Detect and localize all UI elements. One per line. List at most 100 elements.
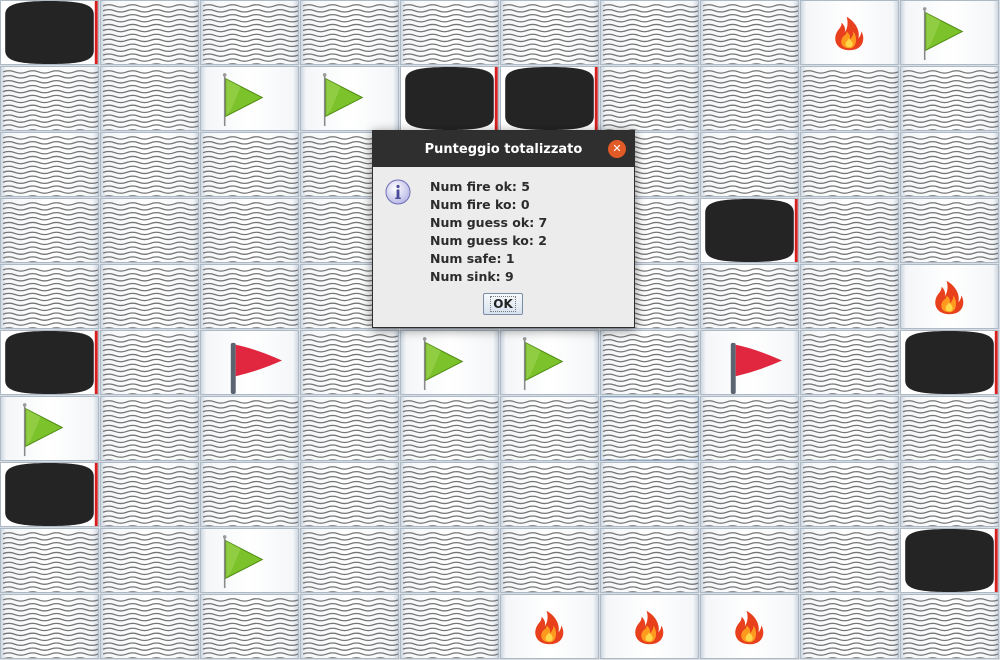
sunk-ship-cell-r0-c0[interactable] — [0, 0, 99, 65]
green-flag-cell-r6-c0[interactable] — [0, 396, 99, 461]
water-cell-r3-c2[interactable] — [200, 198, 299, 263]
water-cell-r5-c1[interactable] — [100, 330, 199, 395]
water-cell-r1-c1[interactable] — [100, 66, 199, 131]
water-cell-r9-c9[interactable] — [900, 594, 999, 659]
water-cell-r2-c8[interactable] — [800, 132, 899, 197]
water-cell-r5-c3[interactable] — [300, 330, 399, 395]
water-cell-r7-c5[interactable] — [500, 462, 599, 527]
water-cell-r5-c6[interactable] — [600, 330, 699, 395]
fire-cell-r0-c8[interactable] — [800, 0, 899, 65]
water-cell-r1-c6[interactable] — [600, 66, 699, 131]
water-cell-r9-c8[interactable] — [800, 594, 899, 659]
water-cell-r6-c9[interactable] — [900, 396, 999, 461]
water-cell-r0-c5[interactable] — [500, 0, 599, 65]
water-cell-r1-c7[interactable] — [700, 66, 799, 131]
water-cell-r6-c8[interactable] — [800, 396, 899, 461]
water-cell-r8-c6[interactable] — [600, 528, 699, 593]
dialog-titlebar[interactable]: Punteggio totalizzato ✕ — [373, 131, 634, 167]
ok-button[interactable]: OK — [483, 293, 523, 315]
water-cell-r4-c7[interactable] — [700, 264, 799, 329]
water-cell-r7-c3[interactable] — [300, 462, 399, 527]
water-waves — [502, 400, 598, 460]
water-waves — [602, 466, 698, 526]
water-cell-r8-c5[interactable] — [500, 528, 599, 593]
water-cell-r4-c2[interactable] — [200, 264, 299, 329]
water-cell-r9-c0[interactable] — [0, 594, 99, 659]
water-cell-r7-c8[interactable] — [800, 462, 899, 527]
water-cell-r2-c1[interactable] — [100, 132, 199, 197]
water-waves — [402, 4, 498, 64]
sunk-ship-cell-r8-c9[interactable] — [900, 528, 999, 593]
water-cell-r7-c6[interactable] — [600, 462, 699, 527]
water-cell-r1-c0[interactable] — [0, 66, 99, 131]
water-cell-r2-c7[interactable] — [700, 132, 799, 197]
water-cell-r0-c2[interactable] — [200, 0, 299, 65]
green-flag-cell-r8-c2[interactable] — [200, 528, 299, 593]
water-cell-r2-c2[interactable] — [200, 132, 299, 197]
water-cell-r7-c4[interactable] — [400, 462, 499, 527]
red-flag-cell-r5-c7[interactable] — [700, 330, 799, 395]
water-cell-r4-c0[interactable] — [0, 264, 99, 329]
water-cell-r6-c3[interactable] — [300, 396, 399, 461]
water-cell-r9-c1[interactable] — [100, 594, 199, 659]
water-cell-r7-c9[interactable] — [900, 462, 999, 527]
water-cell-r1-c8[interactable] — [800, 66, 899, 131]
water-cell-selected-r6-c6[interactable] — [600, 396, 699, 461]
water-cell-r6-c7[interactable] — [700, 396, 799, 461]
water-cell-r8-c1[interactable] — [100, 528, 199, 593]
water-cell-r7-c1[interactable] — [100, 462, 199, 527]
green-flag-cell-r5-c4[interactable] — [400, 330, 499, 395]
water-cell-r9-c3[interactable] — [300, 594, 399, 659]
water-cell-r4-c8[interactable] — [800, 264, 899, 329]
water-cell-r0-c3[interactable] — [300, 0, 399, 65]
water-cell-r6-c1[interactable] — [100, 396, 199, 461]
sunk-ship-cell-r5-c0[interactable] — [0, 330, 99, 395]
green-flag-cell-r0-c9[interactable] — [900, 0, 999, 65]
sunk-ship-cell-r7-c0[interactable] — [0, 462, 99, 527]
water-cell-r9-c2[interactable] — [200, 594, 299, 659]
water-cell-r9-c4[interactable] — [400, 594, 499, 659]
close-icon[interactable]: ✕ — [608, 140, 626, 158]
water-cell-r3-c8[interactable] — [800, 198, 899, 263]
water-cell-r0-c7[interactable] — [700, 0, 799, 65]
water-cell-r8-c8[interactable] — [800, 528, 899, 593]
sunk-ship-cell-r3-c7[interactable] — [700, 198, 799, 263]
green-flag-cell-r5-c5[interactable] — [500, 330, 599, 395]
water-waves — [102, 598, 198, 658]
water-cell-r3-c1[interactable] — [100, 198, 199, 263]
green-flag-cell-r1-c3[interactable] — [300, 66, 399, 131]
water-cell-r4-c1[interactable] — [100, 264, 199, 329]
water-cell-r1-c9[interactable] — [900, 66, 999, 131]
green-flag-icon — [922, 7, 964, 61]
score-line-guess-ko: Num guess ko: 2 — [430, 233, 547, 248]
water-cell-r3-c0[interactable] — [0, 198, 99, 263]
water-cell-r5-c8[interactable] — [800, 330, 899, 395]
water-cell-r0-c1[interactable] — [100, 0, 199, 65]
water-cell-r8-c0[interactable] — [0, 528, 99, 593]
water-waves — [802, 598, 898, 658]
fire-cell-r9-c7[interactable] — [700, 594, 799, 659]
sunk-ship-cell-r1-c5[interactable] — [500, 66, 599, 131]
water-cell-r7-c7[interactable] — [700, 462, 799, 527]
water-cell-r2-c0[interactable] — [0, 132, 99, 197]
water-cell-r0-c4[interactable] — [400, 0, 499, 65]
water-waves — [102, 4, 198, 64]
green-flag-cell-r1-c2[interactable] — [200, 66, 299, 131]
water-cell-r8-c4[interactable] — [400, 528, 499, 593]
water-cell-r6-c5[interactable] — [500, 396, 599, 461]
water-waves — [902, 202, 998, 262]
fire-cell-r9-c6[interactable] — [600, 594, 699, 659]
water-cell-r6-c2[interactable] — [200, 396, 299, 461]
water-cell-r3-c9[interactable] — [900, 198, 999, 263]
water-cell-r6-c4[interactable] — [400, 396, 499, 461]
water-cell-r8-c7[interactable] — [700, 528, 799, 593]
water-cell-r0-c6[interactable] — [600, 0, 699, 65]
sunk-ship-cell-r5-c9[interactable] — [900, 330, 999, 395]
water-cell-r2-c9[interactable] — [900, 132, 999, 197]
fire-cell-r9-c5[interactable] — [500, 594, 599, 659]
water-cell-r7-c2[interactable] — [200, 462, 299, 527]
red-flag-cell-r5-c2[interactable] — [200, 330, 299, 395]
water-cell-r8-c3[interactable] — [300, 528, 399, 593]
sunk-ship-cell-r1-c4[interactable] — [400, 66, 499, 131]
fire-cell-r4-c9[interactable] — [900, 264, 999, 329]
